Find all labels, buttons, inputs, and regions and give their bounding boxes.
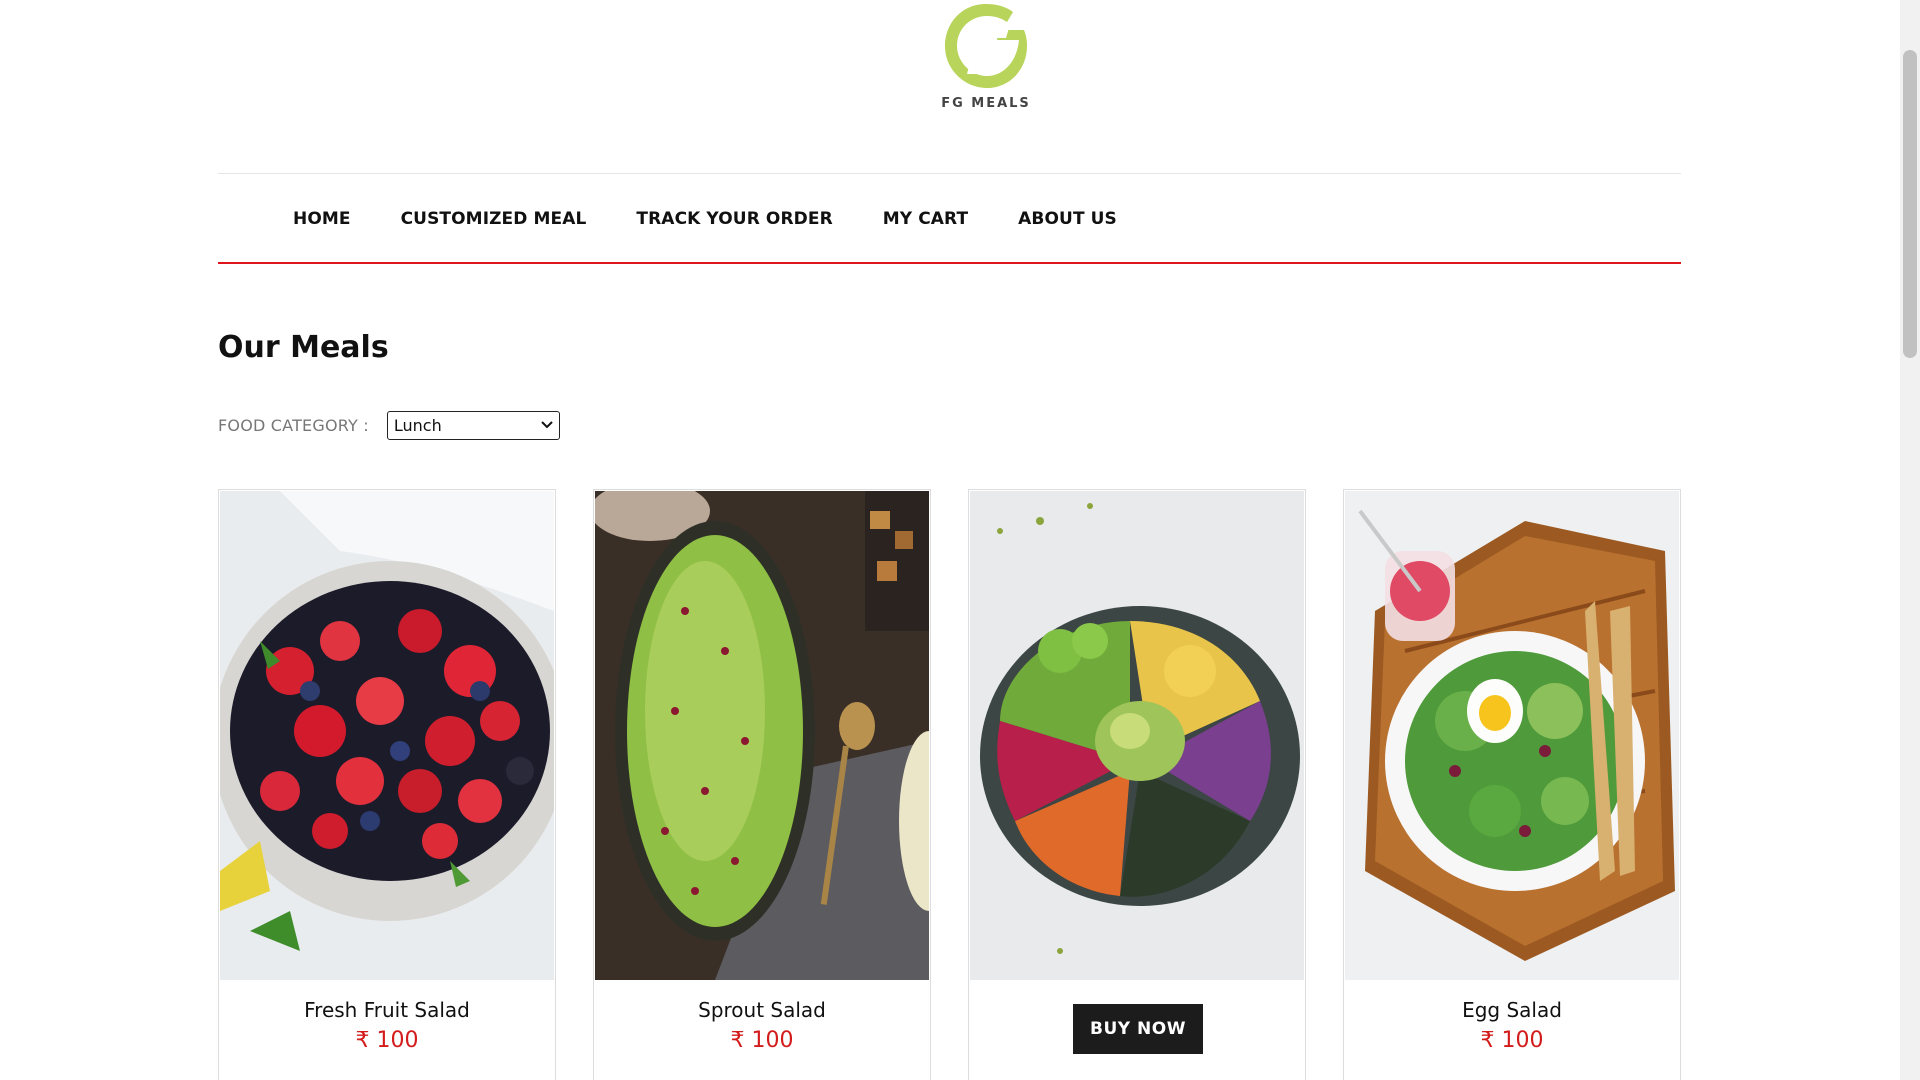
nav-list: HOME CUSTOMIZED MEAL TRACK YOUR ORDER MY… [293,174,1167,264]
scrollbar-thumb[interactable] [1903,50,1917,358]
brand-name: FG MEALS [941,96,1031,111]
meal-image-egg-salad[interactable] [1345,491,1679,980]
page-viewport: FG MEALS HOME CUSTOMIZED MEAL TRACK YOUR… [0,0,1900,1080]
meal-card[interactable]: Sprout Salad ₹ 100 [593,489,931,1080]
page-title: Our Meals [218,330,389,365]
food-category-select[interactable]: Lunch [386,410,560,440]
meal-name: Fresh Fruit Salad [304,998,470,1022]
meal-image-fruit-salad[interactable] [220,491,554,980]
food-category-filter: FOOD CATEGORY : Lunch [218,410,560,440]
page-scrollbar[interactable] [1900,0,1920,1080]
meal-grid: Fresh Fruit Salad ₹ 100 Sprout Salad ₹ 1… [218,489,1682,1080]
meal-price: ₹ 100 [730,1028,794,1053]
meal-name: Egg Salad [1462,998,1562,1022]
nav-customized-meal[interactable]: CUSTOMIZED MEAL [401,209,587,229]
nav-track-order[interactable]: TRACK YOUR ORDER [636,209,832,229]
nav-about-us[interactable]: ABOUT US [1018,209,1117,229]
meal-image-sprout-salad[interactable] [595,491,929,980]
chevron-down-icon [541,421,553,429]
nav-home[interactable]: HOME [293,209,351,229]
brand-logo[interactable]: FG MEALS [930,0,1042,116]
food-category-value: Lunch [393,415,442,435]
meal-card[interactable]: Egg Salad ₹ 100 [1343,489,1681,1080]
main-nav: HOME CUSTOMIZED MEAL TRACK YOUR ORDER MY… [218,174,1681,264]
meal-price: ₹ 100 [1480,1028,1544,1053]
nav-my-cart[interactable]: MY CART [883,209,968,229]
meal-card[interactable]: BUY NOW [968,489,1306,1080]
logo-mark-icon [945,4,1027,88]
meal-image-veggie-bowl[interactable] [970,491,1304,980]
food-category-label: FOOD CATEGORY : [218,415,369,435]
meal-price: ₹ 100 [355,1028,419,1053]
buy-now-button[interactable]: BUY NOW [1073,1004,1203,1054]
meal-name: Sprout Salad [698,998,826,1022]
meal-card[interactable]: Fresh Fruit Salad ₹ 100 [218,489,556,1080]
